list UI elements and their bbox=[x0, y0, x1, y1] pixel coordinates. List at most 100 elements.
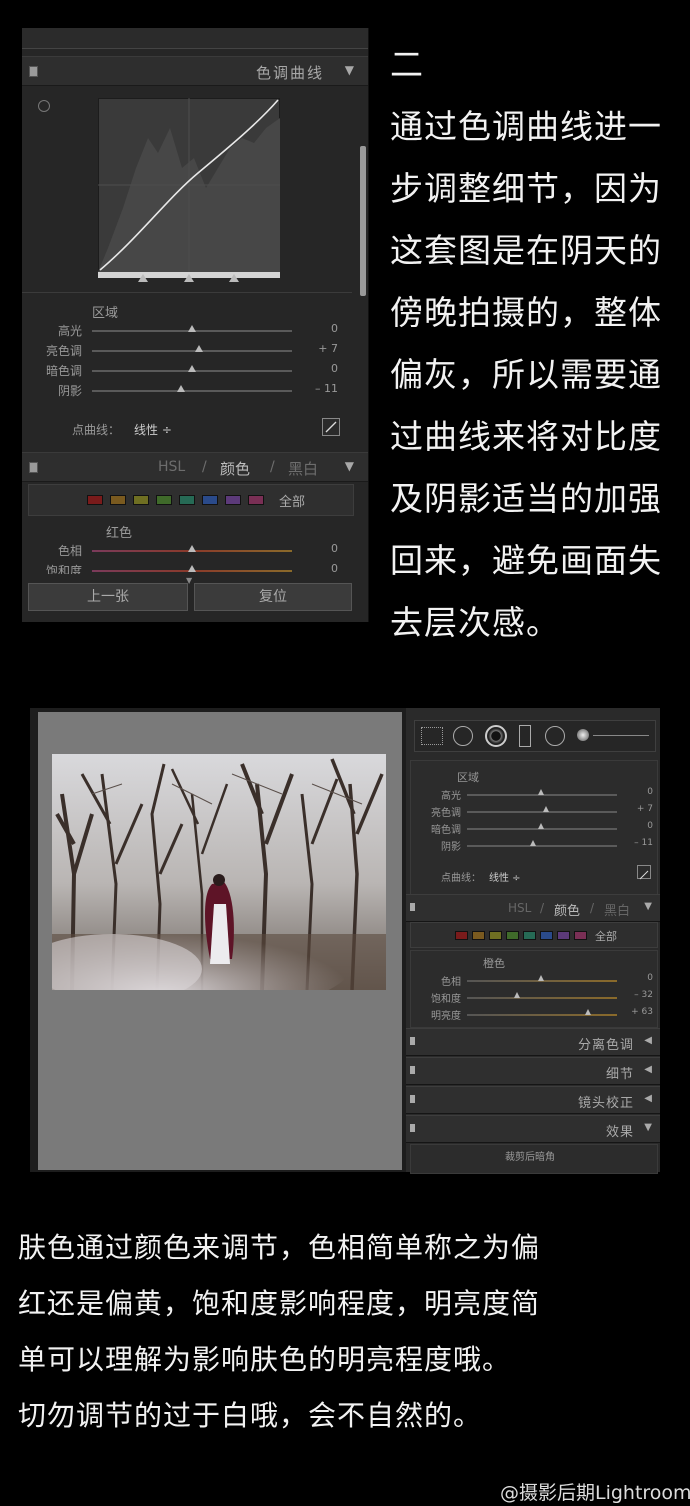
text-line: 红还是偏黄，饱和度影响程度，明亮度简 bbox=[18, 1287, 541, 1320]
slider-thumb[interactable] bbox=[543, 806, 550, 812]
slider-label: 暗色调 bbox=[45, 364, 82, 378]
target-adjust-icon[interactable] bbox=[38, 100, 50, 112]
post-crop-vignette-label: 裁剪后暗角 bbox=[505, 1152, 555, 1163]
section-title: 分离色调 bbox=[577, 1038, 634, 1053]
tab-bw[interactable]: 黑白 bbox=[288, 458, 318, 479]
collapse-triangle-icon[interactable]: ▼ bbox=[644, 901, 652, 912]
swatch-all-label[interactable]: 全部 bbox=[595, 928, 617, 944]
slider-thumb[interactable] bbox=[188, 545, 196, 552]
crop-tool-icon[interactable] bbox=[421, 727, 443, 745]
expand-triangle-icon[interactable]: ◀ bbox=[644, 1064, 652, 1075]
slider-thumb[interactable] bbox=[177, 385, 185, 392]
color-swatch[interactable] bbox=[202, 495, 218, 505]
text-line: 切勿调节的过于白哦，会不自然的。 bbox=[18, 1399, 483, 1432]
reset-button[interactable]: 复位 bbox=[194, 583, 352, 611]
color-swatch-bar: 全部 bbox=[410, 922, 658, 948]
slider-track[interactable] bbox=[92, 390, 292, 392]
color-swatch[interactable] bbox=[557, 931, 570, 940]
color-swatch[interactable] bbox=[110, 495, 126, 505]
edit-point-curve-icon[interactable] bbox=[322, 418, 340, 436]
slider-value: + 7 bbox=[636, 804, 653, 814]
section-header[interactable]: 分离色调 ◀ bbox=[406, 1028, 660, 1056]
panel-toggle-icon[interactable] bbox=[410, 1037, 415, 1045]
curve-split-handle-3[interactable] bbox=[229, 274, 239, 282]
tab-color[interactable]: 颜色 bbox=[220, 458, 250, 479]
panel-toggle-icon[interactable] bbox=[29, 66, 38, 77]
slider-thumb[interactable] bbox=[188, 565, 196, 572]
color-swatch[interactable] bbox=[574, 931, 587, 940]
color-swatch[interactable] bbox=[225, 495, 241, 505]
tab-hsl[interactable]: HSL bbox=[508, 901, 531, 915]
red-eye-icon[interactable] bbox=[485, 725, 507, 747]
curve-split-handle-1[interactable] bbox=[138, 274, 148, 282]
color-swatch[interactable] bbox=[248, 495, 264, 505]
section-header[interactable]: 效果 ▼ bbox=[406, 1115, 660, 1143]
graduated-filter-icon[interactable] bbox=[519, 725, 531, 747]
tab-bw[interactable]: 黑白 bbox=[604, 900, 630, 919]
section-header[interactable]: 细节 ◀ bbox=[406, 1057, 660, 1085]
brush-slider[interactable] bbox=[593, 735, 649, 736]
radial-filter-icon[interactable] bbox=[545, 726, 565, 746]
slider-value: – 32 bbox=[634, 990, 653, 1000]
color-swatch[interactable] bbox=[523, 931, 536, 940]
brush-icon[interactable] bbox=[577, 729, 589, 741]
slider-thumb[interactable] bbox=[188, 365, 196, 372]
tone-curve-header[interactable]: 色调曲线 ▼ bbox=[22, 56, 368, 86]
panel-toggle-icon[interactable] bbox=[410, 1066, 415, 1074]
slider-track[interactable] bbox=[467, 1014, 617, 1016]
panel-toggle-icon[interactable] bbox=[410, 1124, 415, 1132]
panel-scrollbar[interactable] bbox=[360, 146, 366, 296]
slider-row: 高光 0 bbox=[22, 322, 352, 340]
point-curve-select[interactable]: 线性 ÷ bbox=[489, 869, 521, 884]
color-swatch[interactable] bbox=[489, 931, 502, 940]
curve-split-handle-2[interactable] bbox=[184, 274, 194, 282]
text-line: 这套图是在阴天的 bbox=[390, 231, 662, 270]
color-swatch[interactable] bbox=[506, 931, 519, 940]
slider-thumb[interactable] bbox=[538, 975, 544, 981]
expand-triangle-icon[interactable]: ◀ bbox=[644, 1093, 652, 1104]
tab-color[interactable]: 颜色 bbox=[554, 900, 580, 919]
point-curve-select[interactable]: 线性 ÷ bbox=[134, 421, 172, 438]
text-line: 去层次感。 bbox=[390, 603, 560, 642]
section-header[interactable]: 镜头校正 ◀ bbox=[406, 1086, 660, 1114]
color-swatch[interactable] bbox=[455, 931, 468, 940]
slider-track[interactable] bbox=[467, 811, 617, 813]
slider-value: 0 bbox=[647, 787, 653, 797]
collapse-triangle-icon[interactable]: ▼ bbox=[644, 1122, 652, 1133]
slider-row: 明亮度 + 63 bbox=[411, 1007, 661, 1023]
slider-track[interactable] bbox=[467, 845, 617, 847]
slider-thumb[interactable] bbox=[538, 789, 544, 795]
color-swatch[interactable] bbox=[133, 495, 149, 505]
panel-toggle-icon[interactable] bbox=[410, 1095, 415, 1103]
tone-curve-graph[interactable] bbox=[98, 98, 280, 278]
swatch-all-label[interactable]: 全部 bbox=[279, 491, 305, 510]
edit-point-curve-icon[interactable] bbox=[637, 865, 651, 880]
step-heading: 二 bbox=[390, 45, 424, 84]
color-swatch[interactable] bbox=[156, 495, 172, 505]
color-swatch[interactable] bbox=[87, 495, 103, 505]
expand-triangle-icon[interactable]: ◀ bbox=[644, 1035, 652, 1046]
slider-thumb[interactable] bbox=[195, 345, 203, 352]
collapse-triangle-icon[interactable]: ▼ bbox=[345, 63, 354, 77]
slider-thumb[interactable] bbox=[514, 992, 520, 998]
slider-thumb[interactable] bbox=[529, 840, 536, 846]
slider-track[interactable] bbox=[92, 350, 292, 352]
slider-value: 0 bbox=[331, 542, 338, 555]
slider-value: + 7 bbox=[318, 342, 338, 355]
color-swatch[interactable] bbox=[540, 931, 553, 940]
prev-button[interactable]: 上一张 bbox=[28, 583, 188, 611]
hsl-header: HSL / 颜色 / 黑白 ▼ bbox=[406, 894, 660, 922]
spot-removal-icon[interactable] bbox=[453, 726, 473, 746]
panel-toggle-icon[interactable] bbox=[29, 462, 38, 473]
color-swatch[interactable] bbox=[472, 931, 485, 940]
slider-thumb[interactable] bbox=[585, 1009, 592, 1015]
slider-value: + 63 bbox=[631, 1007, 653, 1017]
slider-thumb[interactable] bbox=[538, 823, 544, 829]
panel-toggle-icon[interactable] bbox=[410, 903, 415, 911]
color-swatch[interactable] bbox=[179, 495, 195, 505]
slider-value: 0 bbox=[331, 322, 338, 335]
collapse-triangle-icon[interactable]: ▼ bbox=[345, 459, 354, 473]
slider-thumb[interactable] bbox=[188, 325, 196, 332]
tab-hsl[interactable]: HSL bbox=[158, 459, 185, 475]
slider-track[interactable] bbox=[467, 997, 617, 999]
